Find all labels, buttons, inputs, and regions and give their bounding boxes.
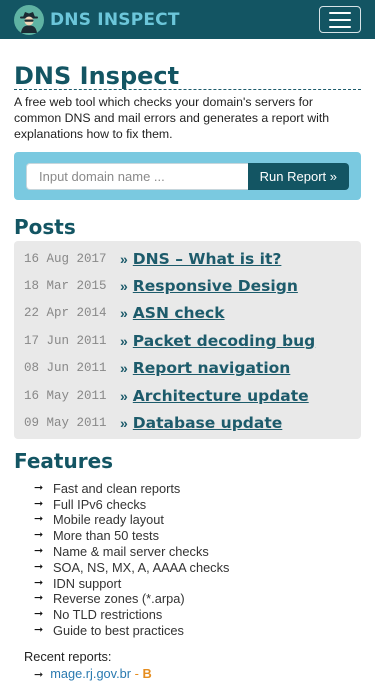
post-link[interactable]: Responsive Design [133, 277, 298, 295]
spy-icon [14, 4, 44, 35]
post-link[interactable]: ASN check [133, 304, 225, 322]
feature-item: ➞ Name & mail server checks [34, 544, 361, 560]
post-arrow-icon: » [120, 305, 128, 322]
grade-letter: B [142, 665, 152, 681]
domain-input[interactable] [26, 162, 248, 190]
post-date: 17 Jun 2011 [24, 333, 107, 348]
feature-label: No TLD restrictions [53, 607, 163, 623]
post-arrow-icon: » [120, 278, 128, 295]
hamburger-bar [329, 25, 351, 28]
feature-label: Name & mail server checks [53, 543, 209, 559]
post-link[interactable]: Report navigation [133, 359, 291, 377]
run-report-button[interactable]: Run Report » [247, 162, 349, 190]
recent-report-item: ➞ mage.rj.gov.br - B [34, 666, 361, 681]
brand-name: DNS INSPECT [50, 9, 180, 30]
feature-label: Full IPv6 checks [53, 496, 147, 512]
post-link[interactable]: DNS – What is it? [133, 250, 282, 268]
arrow-right-icon: ➞ [34, 592, 44, 605]
feature-label: SOA, NS, MX, A, AAAA checks [53, 559, 230, 575]
arrow-right-icon: ➞ [34, 576, 44, 589]
feature-item: ➞ Fast and clean reports [34, 481, 361, 497]
post-arrow-icon: » [120, 415, 128, 432]
post-arrow-icon: » [120, 387, 128, 404]
main-content: DNS Inspect A free web tool which checks… [0, 63, 375, 681]
recent-reports-label: Recent reports: [24, 648, 112, 664]
hamburger-bar [329, 18, 351, 21]
post-item: 17 Jun 2011 » Packet decoding bug [24, 327, 351, 354]
arrow-right-icon: ➞ [34, 513, 44, 526]
feature-item: ➞ More than 50 tests [34, 528, 361, 544]
feature-item: ➞ No TLD restrictions [34, 607, 361, 623]
post-date: 16 May 2011 [24, 388, 107, 403]
feature-label: Reverse zones (*.arpa) [53, 591, 185, 607]
search-form: Run Report » [14, 152, 361, 200]
feature-label: Mobile ready layout [53, 512, 164, 528]
page-title: DNS Inspect [14, 63, 361, 90]
post-item: 09 May 2011 » Database update [24, 409, 351, 436]
post-arrow-icon: » [120, 250, 128, 267]
arrow-right-icon: ➞ [34, 623, 44, 636]
feature-item: ➞ Full IPv6 checks [34, 497, 361, 513]
intro-text: A free web tool which checks your domain… [14, 95, 330, 141]
post-date: 08 Jun 2011 [24, 361, 107, 376]
post-link[interactable]: Architecture update [133, 387, 309, 405]
recent-report-link[interactable]: mage.rj.gov.br [50, 666, 131, 681]
post-link[interactable]: Database update [133, 414, 283, 432]
feature-item: ➞ SOA, NS, MX, A, AAAA checks [34, 560, 361, 576]
feature-label: IDN support [53, 575, 122, 591]
feature-label: Guide to best practices [53, 622, 184, 638]
arrow-right-icon: ➞ [34, 544, 44, 557]
post-item: 16 May 2011 » Architecture update [24, 382, 351, 409]
arrow-right-icon: ➞ [34, 529, 44, 542]
arrow-right-icon: ➞ [34, 668, 44, 681]
menu-toggle-button[interactable] [319, 6, 361, 33]
posts-list: 16 Aug 2017 » DNS – What is it? 18 Mar 2015… [14, 241, 361, 439]
post-item: 08 Jun 2011 » Report navigation [24, 355, 351, 382]
arrow-right-icon: ➞ [34, 497, 44, 510]
features-heading: Features [14, 448, 114, 473]
feature-item: ➞ IDN support [34, 576, 361, 592]
arrow-right-icon: ➞ [34, 481, 44, 494]
post-date: 18 Mar 2015 [24, 279, 107, 294]
post-date: 16 Aug 2017 [24, 251, 107, 266]
features-list: ➞ Fast and clean reports ➞ Full IPv6 checks… [14, 481, 361, 639]
feature-label: More than 50 tests [53, 528, 159, 544]
grade-separator: - [131, 665, 143, 681]
post-link[interactable]: Packet decoding bug [133, 332, 315, 350]
post-arrow-icon: » [120, 332, 128, 349]
feature-item: ➞ Guide to best practices [34, 623, 361, 639]
feature-item: ➞ Mobile ready layout [34, 512, 361, 528]
post-date: 09 May 2011 [24, 416, 107, 431]
post-item: 16 Aug 2017 » DNS – What is it? [24, 245, 351, 272]
post-date: 22 Apr 2014 [24, 306, 107, 321]
post-item: 22 Apr 2014 » ASN check [24, 300, 351, 327]
navbar: DNS INSPECT [0, 0, 375, 39]
feature-label: Fast and clean reports [53, 480, 181, 496]
post-item: 18 Mar 2015 » Responsive Design [24, 272, 351, 299]
brand[interactable]: DNS INSPECT [14, 4, 180, 35]
feature-item: ➞ Reverse zones (*.arpa) [34, 591, 361, 607]
arrow-right-icon: ➞ [34, 560, 44, 573]
post-arrow-icon: » [120, 360, 128, 377]
hamburger-bar [329, 11, 351, 14]
recent-reports-list: ➞ mage.rj.gov.br - B [34, 666, 361, 681]
posts-heading: Posts [14, 215, 76, 239]
report-grade-badge: - B [131, 666, 152, 681]
arrow-right-icon: ➞ [34, 608, 44, 621]
